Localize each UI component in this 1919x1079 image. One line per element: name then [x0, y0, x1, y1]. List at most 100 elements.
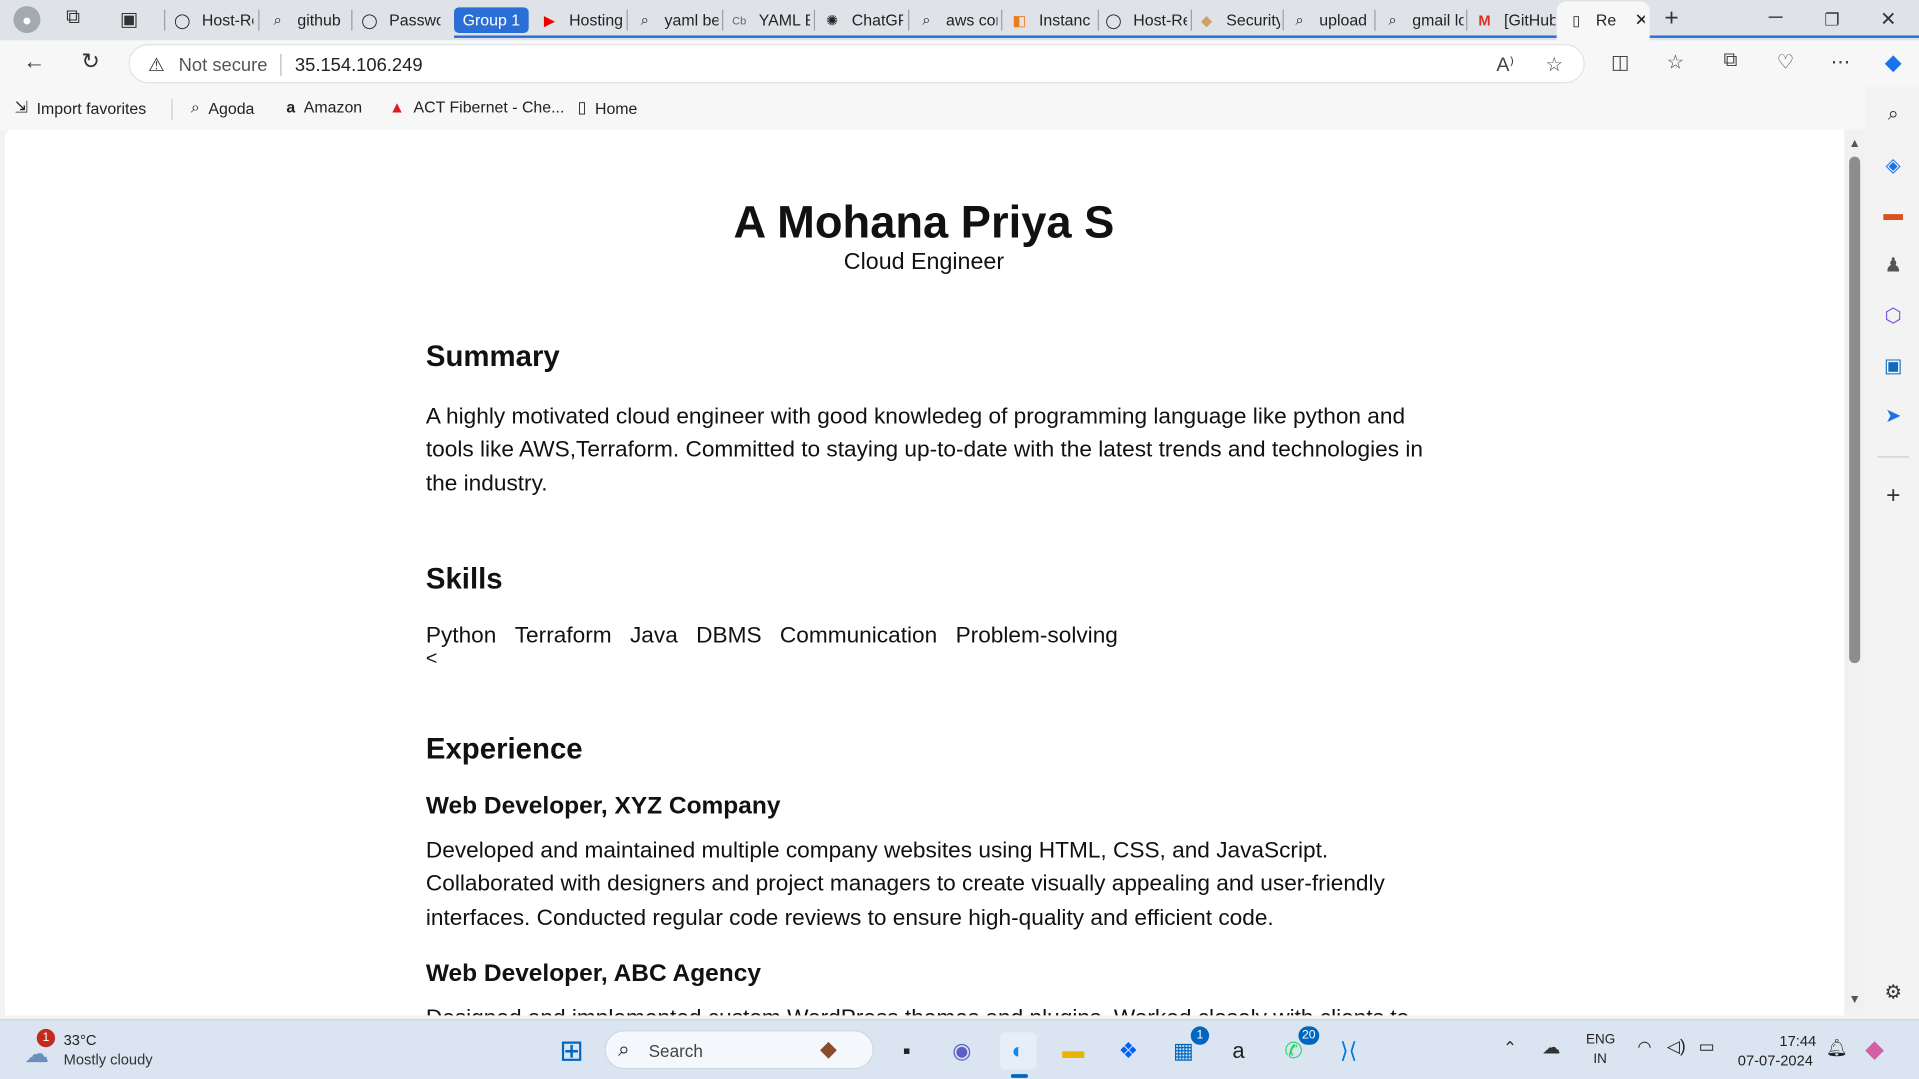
skill-item: Communication [779, 621, 938, 648]
split-screen-icon[interactable]: ◫ [1606, 50, 1635, 74]
scroll-up-arrow[interactable]: ▲ [1845, 137, 1863, 150]
job-description: Developed and maintained multiple compan… [425, 836, 1385, 930]
import-icon: ⇲ [14, 97, 29, 117]
weather-desc[interactable]: Mostly cloudy [64, 1051, 153, 1068]
copilot-taskbar-icon[interactable]: ◆ [1865, 1034, 1884, 1065]
lang-top[interactable]: ENG [1586, 1033, 1615, 1048]
more-menu-icon[interactable]: ⋯ [1826, 50, 1855, 74]
back-button[interactable]: ← [20, 49, 49, 75]
skill-item: Java [629, 621, 678, 648]
browser-tab[interactable]: ⌕ yaml be [635, 5, 719, 36]
minimize-button[interactable]: ─ [1762, 7, 1789, 29]
refresh-button[interactable]: ↻ [76, 49, 105, 75]
weather-widget[interactable]: ☁ 1 [22, 1028, 56, 1068]
favorites-icon[interactable]: ☆ [1661, 50, 1690, 74]
new-tab-button[interactable]: + [1664, 5, 1678, 33]
outlook-icon[interactable]: ▣ [1879, 351, 1908, 380]
store-badge: 1 [1190, 1026, 1210, 1045]
browser-tab[interactable]: ◯ Passwo [360, 5, 440, 36]
whatsapp-icon[interactable]: ✆ 20 [1275, 1026, 1320, 1070]
address-bar[interactable]: ⚠ Not secure 35.154.106.249 A⁾ ☆ [128, 44, 1585, 84]
favorite-act[interactable]: ▲ ACT Fibernet - Che... [389, 98, 564, 116]
send-icon[interactable]: ➤ [1879, 401, 1908, 430]
summary-text: A highly motivated cloud engineer with g… [425, 402, 1423, 495]
skills-list: Python Terraform Java DBMS Communication… [426, 621, 1136, 648]
favorites-bar: ⇲ Import favorites ⌕ Agoda a Amazon ▲ ACT Fi… [0, 86, 1919, 130]
browser-tab[interactable]: M [GitHub [1475, 5, 1555, 36]
copilot-icon[interactable]: ◆ [1879, 50, 1908, 76]
url-text[interactable]: 35.154.106.249 [295, 55, 423, 76]
close-window-button[interactable]: ✕ [1875, 7, 1902, 31]
github-icon: ◯ [174, 11, 191, 29]
tab-group-label[interactable]: Group 1 [454, 7, 529, 34]
notification-bell-icon[interactable]: 🔔︎ [1826, 1037, 1848, 1058]
skill-item: DBMS [696, 621, 762, 648]
restore-button[interactable]: ❐ [1819, 10, 1846, 31]
close-tab-icon[interactable]: ✕ [1635, 10, 1645, 31]
add-icon[interactable]: + [1879, 481, 1908, 510]
scroll-down-arrow[interactable]: ▼ [1845, 993, 1863, 1006]
lang-bottom[interactable]: IN [1593, 1052, 1606, 1067]
collections-icon[interactable]: ⧉ [1716, 50, 1745, 72]
volume-icon[interactable]: ◁) [1667, 1036, 1686, 1057]
box-icon: ◆ [1201, 11, 1213, 29]
browser-tab[interactable]: ◯Host-Re [1104, 5, 1187, 36]
browser-tab[interactable]: ✺ ChatGP [822, 5, 903, 36]
browser-tab[interactable]: ◯Host-Re [173, 5, 253, 36]
shopping-tag-icon[interactable]: ◈ [1879, 150, 1908, 179]
browser-tab-active-content[interactable]: ▯Re✕ [1566, 5, 1645, 36]
read-aloud-icon[interactable]: A⁾ [1491, 53, 1520, 77]
favorite-amazon[interactable]: a Amazon [286, 98, 362, 116]
scrollbar-thumb[interactable] [1849, 156, 1861, 664]
act-icon: ▲ [389, 97, 405, 117]
search-icon[interactable]: ⌕ [1879, 100, 1908, 129]
onedrive-icon[interactable]: ☁ [1542, 1036, 1560, 1058]
clock-date[interactable]: 07-07-2024 [1738, 1052, 1813, 1069]
browser-essentials-icon[interactable]: ♡ [1771, 50, 1800, 74]
favorite-home[interactable]: ▯ Home [578, 98, 638, 118]
battery-icon[interactable]: ▭ [1699, 1036, 1715, 1057]
store-icon[interactable]: ▦ 1 [1165, 1026, 1210, 1070]
job-title: Web Developer, ABC Agency [425, 960, 761, 988]
favorite-agoda[interactable]: ⌕ Agoda [191, 98, 254, 118]
tab-actions-icon[interactable]: ▣ [120, 7, 139, 31]
resume-name: A Mohana Priya S [733, 196, 1115, 248]
browser-tab[interactable]: ⌕ gmail lo [1383, 5, 1464, 36]
browser-tab[interactable]: ▶ Hosting [540, 5, 623, 36]
divider [1877, 456, 1910, 458]
weather-temp[interactable]: 33°C [64, 1031, 97, 1048]
warning-icon[interactable]: ⚠ [148, 54, 164, 76]
favorite-star-icon[interactable]: ☆ [1540, 53, 1569, 77]
search-icon: ⌕ [1295, 11, 1304, 29]
browser-tab[interactable]: ◧ Instanc [1010, 5, 1096, 36]
windows-taskbar: ☁ 1 33°C Mostly cloudy ⊞ ⌕ Search ◆ ▪ ◉ … [0, 1019, 1919, 1079]
browser-tab[interactable]: Cb YAML B [729, 5, 810, 36]
youtube-icon: ▶ [543, 11, 556, 29]
profile-avatar[interactable]: ● [13, 6, 41, 34]
security-label[interactable]: Not secure [179, 55, 268, 76]
start-button[interactable]: ⊞ [553, 1033, 590, 1070]
browser-tab[interactable]: ⌕ upload [1290, 5, 1371, 36]
workspaces-icon[interactable]: ⧉ [66, 7, 80, 29]
task-view-icon[interactable]: ▪ [888, 1033, 925, 1070]
file-explorer-icon[interactable]: ▬ [1055, 1033, 1092, 1070]
wifi-icon[interactable]: ◠ [1637, 1037, 1651, 1057]
clock-time[interactable]: 17:44 [1779, 1033, 1816, 1050]
teams-icon[interactable]: ◉ [944, 1033, 981, 1070]
browser-tab[interactable]: ◆ Security [1197, 5, 1280, 36]
chevron-up-icon[interactable]: ⌃ [1503, 1037, 1517, 1058]
settings-gear-icon[interactable]: ⚙ [1879, 977, 1908, 1006]
search-placeholder: Search [648, 1041, 703, 1061]
browser-tab[interactable]: ⌕ github [268, 5, 346, 36]
taskbar-search[interactable]: ⌕ Search ◆ [604, 1030, 874, 1070]
dropbox-icon[interactable]: ❖ [1110, 1033, 1147, 1070]
tools-icon[interactable]: ▬ [1879, 201, 1908, 230]
resume-role: Cloud Engineer [843, 249, 1005, 276]
microsoft365-icon[interactable]: ⬡ [1879, 301, 1908, 330]
games-icon[interactable]: ♟ [1879, 251, 1908, 280]
amazon-icon[interactable]: a [1220, 1033, 1257, 1070]
favorite-import[interactable]: ⇲ Import favorites [15, 98, 147, 118]
vscode-icon[interactable]: ⟩⟨ [1330, 1033, 1367, 1070]
edge-icon[interactable]: ◐ [999, 1032, 1037, 1070]
browser-tab[interactable]: ⌕ aws cor [917, 5, 997, 36]
